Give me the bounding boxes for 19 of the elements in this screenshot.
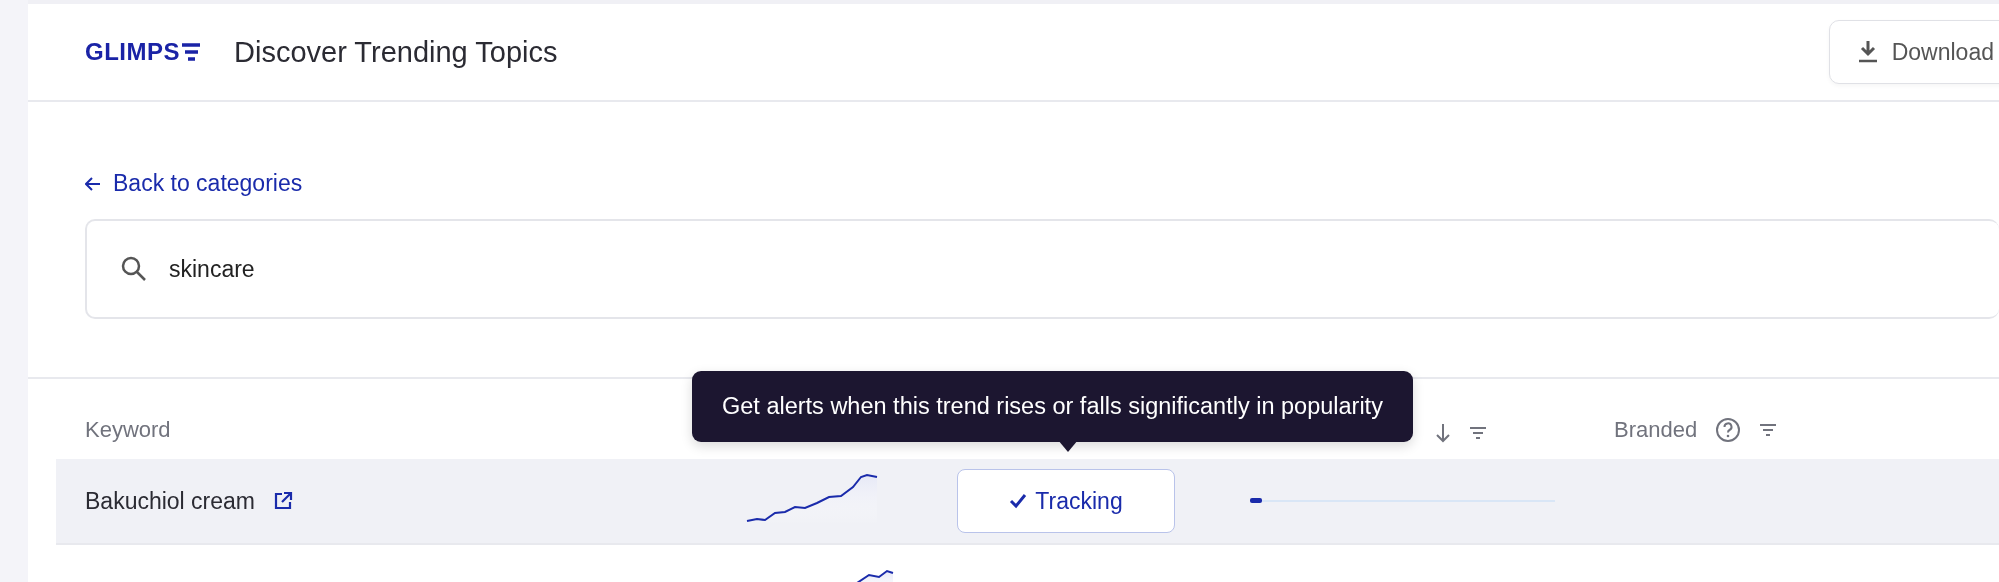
keyword-text: Bakuchiol cream: [85, 487, 256, 515]
download-button[interactable]: Download: [1828, 20, 1999, 84]
arrow-left-icon: [85, 176, 101, 191]
download-icon: [1857, 40, 1878, 64]
arrow-down-icon[interactable]: [1435, 423, 1451, 443]
checkmark-icon: [1009, 493, 1028, 509]
tooltip-pointer: [1058, 440, 1078, 452]
search-icon: [121, 256, 147, 282]
table-row[interactable]: Bakuchiol cream Tracking: [56, 459, 1999, 545]
tooltip: Get alerts when this trend rises or falls significantly in popularity: [692, 371, 1413, 442]
help-icon[interactable]: [1715, 417, 1742, 443]
logo[interactable]: GLIMPS: [85, 38, 200, 66]
column-header[interactable]: Branded: [1614, 417, 1698, 443]
external-link-icon[interactable]: [273, 491, 294, 511]
back-link[interactable]: Back to categories: [85, 170, 303, 197]
filter-icon[interactable]: [1469, 426, 1487, 440]
page-title: Discover Trending Topics: [234, 35, 558, 69]
tracking-button[interactable]: Tracking: [957, 469, 1175, 533]
filter-icon[interactable]: [1759, 423, 1778, 437]
